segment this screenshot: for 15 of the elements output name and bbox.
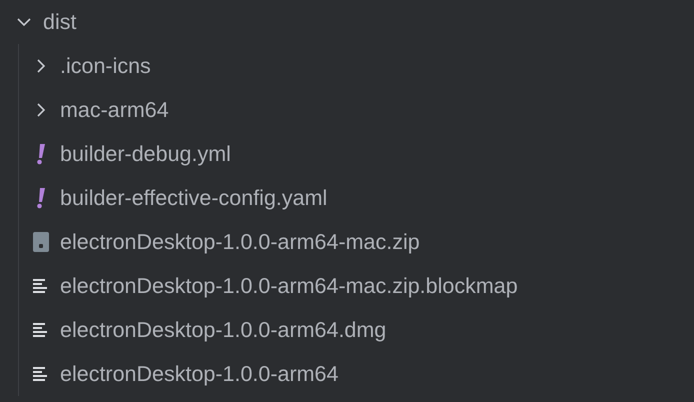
exclamation-icon <box>35 187 47 209</box>
file-name[interactable]: electronDesktop-1.0.0-arm64-mac.zip.blockmap <box>60 274 518 298</box>
file-name[interactable]: builder-effective-config.yaml <box>60 186 328 210</box>
folder-name[interactable]: dist <box>43 10 76 34</box>
file-name[interactable]: builder-debug.yml <box>60 142 231 166</box>
file-name[interactable]: electronDesktop-1.0.0-arm64-mac.zip <box>60 230 420 254</box>
text-file-icon <box>33 278 49 294</box>
file-name[interactable]: electronDesktop-1.0.0-arm64.dmg <box>60 318 386 342</box>
folder-name[interactable]: .icon-icns <box>60 54 151 78</box>
text-file-icon <box>33 322 49 338</box>
text-file-icon <box>33 366 49 382</box>
file-name[interactable]: electronDesktop-1.0.0-arm64 <box>60 362 338 386</box>
exclamation-icon <box>35 143 47 165</box>
folder-name[interactable]: mac-arm64 <box>60 98 169 122</box>
archive-icon <box>33 232 49 252</box>
